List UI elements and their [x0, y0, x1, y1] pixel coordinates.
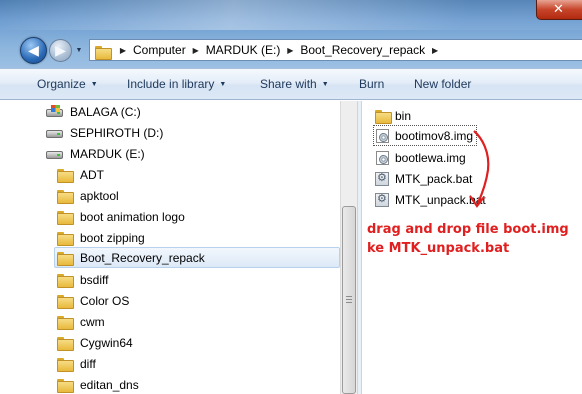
drive-icon	[46, 125, 64, 141]
file-item-bootlewa[interactable]: bootlewa.img	[374, 147, 466, 168]
folder-icon	[94, 44, 112, 60]
folder-icon	[56, 314, 74, 330]
scrollbar-thumb[interactable]	[342, 206, 356, 394]
breadcrumb-separator[interactable]: ▶	[189, 46, 203, 55]
drive-icon	[46, 146, 64, 162]
nav-folder-color-os[interactable]: Color OS	[56, 290, 129, 311]
file-name: bootimov8.img	[395, 128, 474, 143]
nav-folder-cygwin64[interactable]: Cygwin64	[56, 332, 133, 353]
nav-item-label: boot animation logo	[80, 209, 185, 224]
annotation-line-2: ke MTK_unpack.bat	[367, 241, 510, 256]
include-in-library-button[interactable]: Include in library ▼	[127, 77, 226, 91]
breadcrumb-folder[interactable]: Boot_Recovery_repack	[297, 43, 428, 57]
folder-icon	[56, 230, 74, 246]
nav-folder-diff[interactable]: diff	[56, 353, 96, 374]
close-button[interactable]	[536, 0, 582, 20]
folder-icon	[56, 209, 74, 225]
burn-button[interactable]: Burn	[359, 77, 384, 91]
nav-item-label: editan_dns	[80, 377, 139, 392]
nav-item-label: bsdiff	[80, 272, 109, 287]
command-toolbar: Organize ▼ Include in library ▼ Share with…	[0, 68, 582, 100]
breadcrumb-separator[interactable]: ▶	[428, 46, 442, 55]
share-with-label: Share with	[260, 77, 317, 91]
nav-folder-editan-dns[interactable]: editan_dns	[56, 374, 139, 394]
nav-folder-boot-recovery-repack[interactable]: Boot_Recovery_repack	[54, 247, 340, 268]
organize-button[interactable]: Organize ▼	[37, 77, 98, 91]
nav-folder-bsdiff[interactable]: bsdiff	[56, 269, 108, 290]
nav-item-label: ADT	[80, 167, 104, 182]
nav-folder-apktool[interactable]: apktool	[56, 185, 119, 206]
file-item-mtk-unpack[interactable]: MTK_unpack.bat	[374, 189, 486, 210]
share-with-button[interactable]: Share with ▼	[260, 77, 329, 91]
nav-item-label: Cygwin64	[80, 335, 133, 350]
disk-image-icon	[374, 150, 390, 166]
breadcrumb-drive[interactable]: MARDUK (E:)	[203, 43, 284, 57]
nav-drive-e[interactable]: MARDUK (E:)	[46, 143, 145, 164]
nav-item-label: boot zipping	[80, 230, 145, 245]
organize-label: Organize	[37, 77, 86, 91]
navigation-pane: BALAGA (C:) SEPHIROTH (D:) MARDUK (E:) A…	[0, 101, 357, 394]
nav-folder-adt[interactable]: ADT	[56, 164, 104, 185]
nav-item-label: apktool	[80, 188, 119, 203]
nav-item-label: diff	[80, 356, 96, 371]
instruction-annotation: drag and drop file boot.img ke MTK_unpac…	[367, 220, 577, 258]
file-name: bootlewa.img	[395, 150, 466, 165]
nav-drive-d[interactable]: SEPHIROTH (D:)	[46, 122, 163, 143]
include-in-library-label: Include in library	[127, 77, 215, 91]
nav-folder-cwm[interactable]: cwm	[56, 311, 105, 332]
file-item-mtk-pack[interactable]: MTK_pack.bat	[374, 168, 472, 189]
system-drive-icon	[46, 104, 64, 120]
nav-drive-c[interactable]: BALAGA (C:)	[46, 101, 141, 122]
nav-pane-scrollbar[interactable]	[340, 101, 357, 394]
folder-icon	[56, 188, 74, 204]
folder-icon	[56, 293, 74, 309]
file-name: bin	[395, 108, 412, 123]
batch-file-icon	[374, 192, 390, 208]
recent-pages-dropdown[interactable]: ▼	[74, 46, 84, 56]
breadcrumb-computer[interactable]: Computer	[130, 43, 189, 57]
file-name: MTK_unpack.bat	[395, 192, 486, 207]
back-button[interactable]: ◀	[20, 37, 47, 64]
nav-folder-boot-zipping[interactable]: boot zipping	[56, 227, 145, 248]
chevron-down-icon: ▼	[219, 81, 227, 88]
breadcrumb-separator[interactable]: ▶	[283, 46, 297, 55]
file-item-bootimov8[interactable]: bootimov8.img	[373, 125, 478, 146]
nav-item-label: BALAGA (C:)	[70, 104, 141, 119]
breadcrumb-separator[interactable]: ▶	[116, 46, 130, 55]
file-name: MTK_pack.bat	[395, 171, 473, 186]
forward-button[interactable]: ▶	[49, 39, 72, 62]
folder-icon	[374, 108, 392, 124]
nav-folder-boot-animation-logo[interactable]: boot animation logo	[56, 206, 185, 227]
chevron-down-icon: ▼	[321, 81, 329, 88]
new-folder-button[interactable]: New folder	[414, 77, 471, 91]
arrow-left-icon: ◀	[28, 42, 39, 59]
nav-item-label: Color OS	[80, 293, 130, 308]
folder-icon	[56, 272, 74, 288]
titlebar	[0, 0, 582, 30]
folder-icon	[56, 335, 74, 351]
file-item-bin[interactable]: bin	[374, 105, 411, 126]
nav-item-label: MARDUK (E:)	[70, 146, 145, 161]
address-bar[interactable]: ▶ Computer ▶ MARDUK (E:) ▶ Boot_Recovery…	[89, 39, 582, 61]
disk-image-icon	[374, 128, 390, 144]
folder-icon	[56, 377, 74, 393]
folder-icon	[56, 356, 74, 372]
batch-file-icon	[374, 171, 390, 187]
chevron-down-icon: ▼	[90, 81, 98, 88]
nav-item-label: Boot_Recovery_repack	[80, 250, 205, 265]
folder-icon	[56, 250, 74, 266]
folder-icon	[56, 167, 74, 183]
annotation-line-1: drag and drop file boot.img	[367, 222, 569, 237]
arrow-right-icon: ▶	[55, 42, 66, 59]
nav-item-label: SEPHIROTH (D:)	[70, 125, 164, 140]
nav-item-label: cwm	[80, 314, 105, 329]
